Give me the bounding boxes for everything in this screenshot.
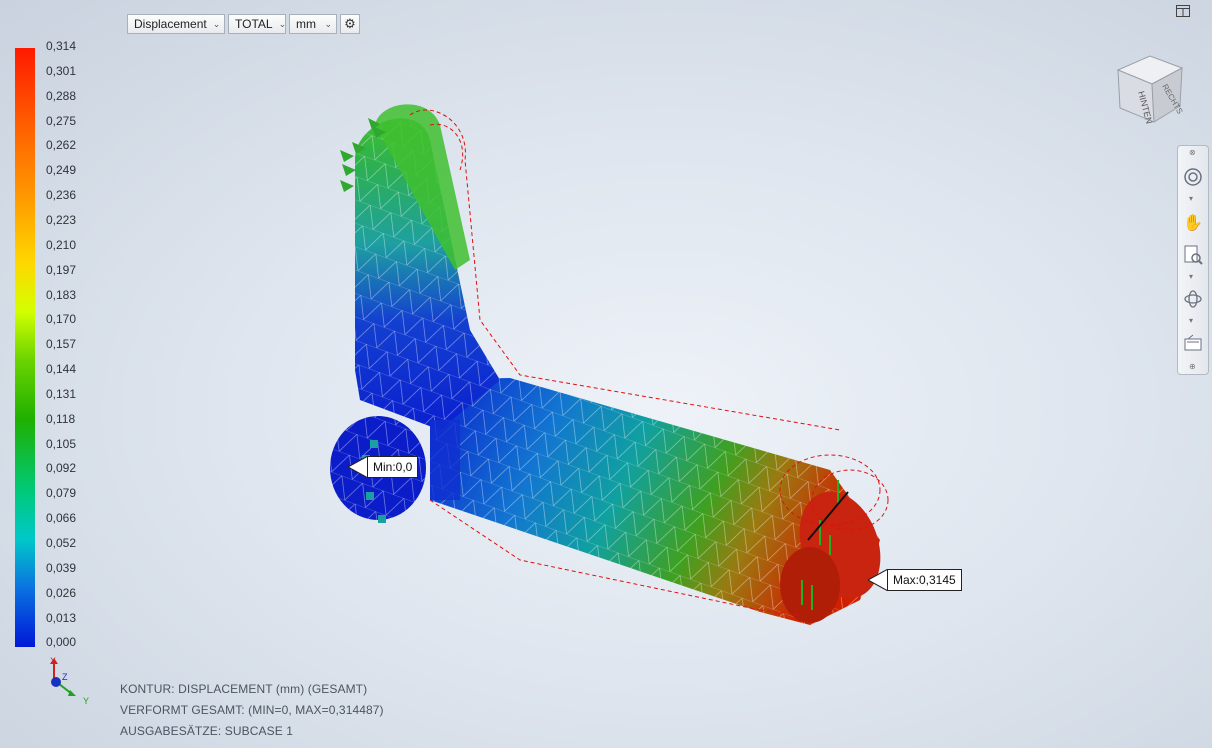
status-line-output-sets: AUSGABESÄTZE: SUBCASE 1 — [120, 724, 294, 738]
horizontal-arm — [430, 378, 881, 625]
fea-model-viewport[interactable] — [0, 0, 1212, 748]
max-callout: Max:0,3145 — [868, 569, 962, 591]
axis-z-label: Z — [62, 672, 68, 682]
status-line-deformed: VERFORMT GESAMT: (MIN=0, MAX=0,314487) — [120, 703, 384, 717]
vertical-arm — [355, 104, 500, 430]
axis-triad: X Y Z — [50, 656, 89, 706]
max-label: Max:0,3145 — [887, 569, 962, 591]
callout-pointer — [348, 456, 368, 478]
axis-y-label: Y — [83, 696, 89, 706]
status-line-contour: KONTUR: DISPLACEMENT (mm) (GESAMT) — [120, 682, 368, 696]
axis-x-label: X — [50, 656, 56, 666]
callout-pointer — [868, 569, 888, 591]
min-label: Min:0,0 — [367, 456, 419, 478]
min-callout: Min:0,0 — [348, 456, 419, 478]
